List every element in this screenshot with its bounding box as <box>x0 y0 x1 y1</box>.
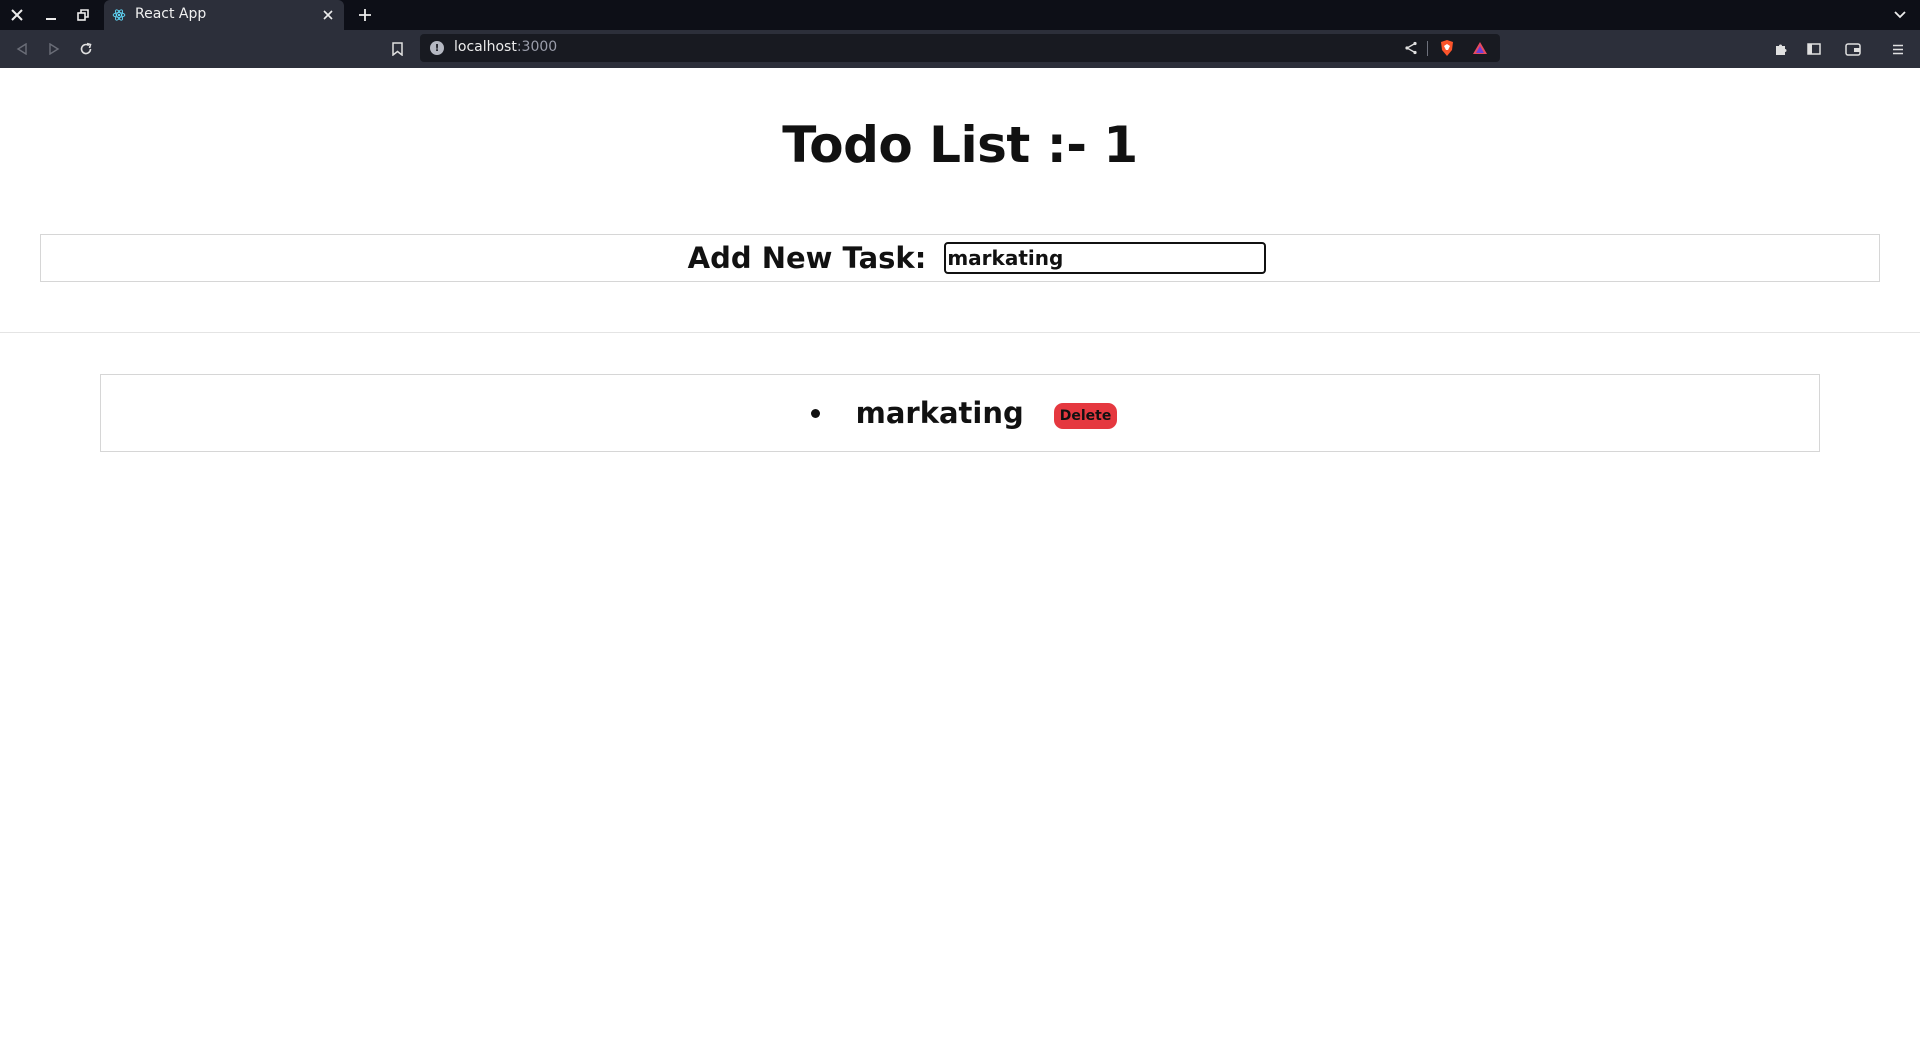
back-button[interactable] <box>7 30 37 68</box>
page-content: Todo List :- 1 Add New Task: markating D… <box>0 68 1920 1052</box>
browser-titlebar: React App <box>0 0 1920 30</box>
rewards-button[interactable] <box>1469 34 1491 62</box>
restore-icon <box>77 9 89 21</box>
forward-icon <box>49 43 60 55</box>
puzzle-icon <box>1776 44 1787 55</box>
bullet-icon <box>810 408 820 418</box>
bookmark-icon <box>391 42 403 56</box>
url-host: localhost <box>454 39 517 55</box>
sidebar-icon <box>1807 43 1821 55</box>
menu-icon <box>1893 44 1903 54</box>
tab-list-button[interactable] <box>1888 0 1912 30</box>
tab-title: React App <box>135 6 207 22</box>
reload-button[interactable] <box>71 30 101 68</box>
reload-icon <box>80 42 92 55</box>
task-text: markating <box>855 396 1024 430</box>
rewards-triangle-icon <box>1473 42 1487 54</box>
url-divider <box>1427 41 1428 56</box>
react-icon <box>112 9 126 21</box>
page-title-text: Todo List :- <box>782 116 1087 174</box>
bookmark-button[interactable] <box>382 30 412 68</box>
new-tab-button[interactable] <box>352 0 378 30</box>
brave-shield-icon <box>1441 40 1453 56</box>
brave-shields-button[interactable] <box>1436 34 1458 62</box>
forward-button[interactable] <box>39 30 69 68</box>
list-item: markating Delete <box>101 375 1819 451</box>
url-port: :3000 <box>516 39 558 55</box>
plus-icon <box>359 9 371 21</box>
info-icon[interactable]: ! <box>430 41 444 55</box>
extensions-button[interactable] <box>1766 30 1796 68</box>
tab-close-button[interactable] <box>316 0 340 30</box>
tab-react-app[interactable]: React App <box>104 0 344 30</box>
close-icon <box>323 10 333 20</box>
browser-toolbar: ! localhost:3000 <box>0 30 1920 68</box>
minimize-window-button[interactable] <box>36 0 66 30</box>
new-task-input[interactable] <box>944 242 1267 274</box>
sidebar-button[interactable] <box>1799 30 1829 68</box>
add-task-label: Add New Task: <box>687 241 927 275</box>
close-icon <box>11 9 23 21</box>
wallet-button[interactable] <box>1838 30 1868 68</box>
wallet-icon <box>1845 42 1861 56</box>
page-title: Todo List :- 1 <box>0 116 1920 174</box>
share-icon <box>1405 41 1417 55</box>
chevron-down-icon <box>1894 11 1906 19</box>
restore-window-button[interactable] <box>68 0 98 30</box>
add-task-form: Add New Task: <box>40 234 1880 282</box>
task-count: 1 <box>1103 116 1138 174</box>
back-icon <box>16 43 27 55</box>
url-text: localhost:3000 <box>454 39 557 55</box>
delete-button[interactable]: Delete <box>1053 403 1118 429</box>
address-bar[interactable]: ! localhost:3000 <box>420 34 1500 62</box>
task-list: markating Delete <box>100 374 1820 452</box>
section-divider <box>0 332 1920 333</box>
close-window-button[interactable] <box>2 0 32 30</box>
share-button[interactable] <box>1400 34 1422 62</box>
minimize-icon <box>46 18 56 20</box>
menu-button[interactable] <box>1883 30 1913 68</box>
